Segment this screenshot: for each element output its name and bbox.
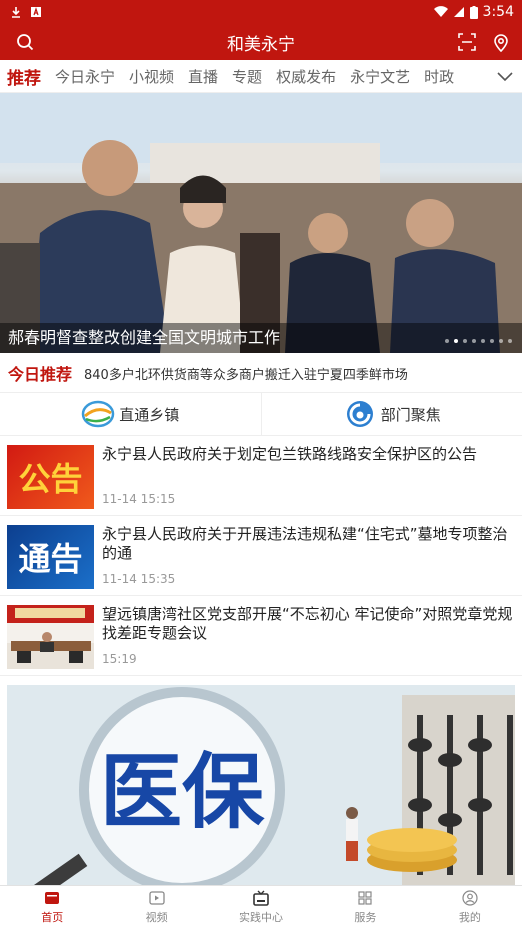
- recommend-ticker[interactable]: 今日推荐 840多户北环供货商等众多商户搬迁入驻宁夏四季鲜市场: [0, 357, 522, 389]
- thumbnail-text: 公告: [18, 460, 83, 498]
- article-thumbnail: 通告: [7, 525, 94, 589]
- tab-official[interactable]: 权威发布: [269, 66, 343, 87]
- article-title[interactable]: 永宁县人民政府关于开展违法违规私建“住宅式”墓地专项整治的通: [102, 525, 514, 563]
- nav-service[interactable]: 服务: [313, 886, 417, 928]
- hero-carousel[interactable]: 郝春明督查整改创建全国文明城市工作: [0, 93, 522, 353]
- tab-politics[interactable]: 时政: [417, 66, 461, 87]
- feature-article-image[interactable]: 医保: [7, 685, 515, 885]
- nav-practice-center[interactable]: 实践中心: [209, 886, 313, 928]
- carousel-dot[interactable]: [472, 339, 476, 343]
- nav-home[interactable]: 首页: [0, 886, 104, 928]
- ticker-tag: 今日推荐: [8, 365, 73, 384]
- category-tabs: 推荐 今日永宁 小视频 直播 专题 权威发布 永宁文艺 时政: [0, 60, 522, 93]
- list-item[interactable]: 公告 永宁县人民政府关于划定包兰铁路线路安全保护区的公告 11-14 15:15: [0, 436, 522, 516]
- tab-today[interactable]: 今日永宁: [48, 66, 122, 87]
- article-thumbnail: 公告: [7, 445, 94, 509]
- tab-arts[interactable]: 永宁文艺: [343, 66, 417, 87]
- article-title[interactable]: 永宁县人民政府关于划定包兰铁路线路安全保护区的公告: [102, 445, 514, 464]
- tab-recommend[interactable]: 推荐: [0, 64, 48, 89]
- feature-image-text: 医保: [100, 745, 265, 840]
- tab-topics[interactable]: 专题: [225, 66, 269, 87]
- status-bar: 3:54: [0, 0, 522, 24]
- download-icon: [12, 7, 20, 18]
- video-icon: [148, 891, 165, 905]
- town-link-label: 直通乡镇: [119, 405, 180, 424]
- list-item[interactable]: 望远镇唐湾社区党支部开展“不忘初心 牢记使命”对照党章党规找差距专题会议 15:…: [0, 596, 522, 676]
- meeting-photo: [7, 605, 94, 669]
- nav-service-label: 服务: [354, 911, 377, 924]
- carousel-dot[interactable]: [481, 339, 485, 343]
- grid-icon: [358, 891, 373, 905]
- town-logo-icon: [81, 400, 115, 428]
- wifi-icon: [433, 6, 448, 18]
- carousel-dot[interactable]: [454, 339, 458, 343]
- hero-photo: [0, 93, 522, 353]
- article-time: 15:19: [102, 652, 137, 666]
- hero-caption[interactable]: 郝春明督查整改创建全国文明城市工作: [8, 324, 280, 348]
- user-icon: [462, 890, 478, 906]
- carousel-indicator: [445, 339, 512, 343]
- status-time: 3:54: [482, 4, 514, 20]
- department-logo-icon: [346, 401, 373, 427]
- town-link-button[interactable]: 直通乡镇: [0, 393, 261, 435]
- article-thumbnail: [7, 605, 94, 669]
- nav-video-label: 视频: [145, 911, 168, 924]
- app-notification-icon: [31, 7, 41, 17]
- chevron-down-icon[interactable]: [496, 67, 514, 85]
- article-time: 11-14 15:15: [102, 492, 176, 506]
- app-bar: 和美永宁: [0, 24, 522, 60]
- nav-mine[interactable]: 我的: [418, 886, 522, 928]
- scan-icon[interactable]: [456, 31, 478, 53]
- nav-mine-label: 我的: [458, 911, 481, 924]
- carousel-dot[interactable]: [499, 339, 503, 343]
- tab-short-video[interactable]: 小视频: [122, 66, 181, 87]
- department-link-button[interactable]: 部门聚焦: [260, 393, 522, 435]
- tab-live[interactable]: 直播: [181, 66, 225, 87]
- ticker-text[interactable]: 840多户北环供货商等众多商户搬迁入驻宁夏四季鲜市场: [72, 364, 408, 383]
- carousel-dot[interactable]: [490, 339, 494, 343]
- tv-icon: [253, 890, 269, 906]
- home-icon: [45, 892, 60, 904]
- carousel-dot[interactable]: [445, 339, 449, 343]
- thumbnail-text: 通告: [18, 540, 83, 578]
- department-link-label: 部门聚焦: [380, 405, 441, 424]
- carousel-dot[interactable]: [463, 339, 467, 343]
- carousel-dot[interactable]: [508, 339, 512, 343]
- article-time: 11-14 15:35: [102, 572, 176, 586]
- medical-insurance-illustration: 医保: [7, 685, 515, 885]
- nav-video[interactable]: 视频: [104, 886, 208, 928]
- quick-links: 直通乡镇 部门聚焦: [0, 392, 522, 436]
- signal-icon: [453, 7, 464, 17]
- nav-practice-center-label: 实践中心: [239, 911, 284, 924]
- list-item[interactable]: 通告 永宁县人民政府关于开展违法违规私建“住宅式”墓地专项整治的通 11-14 …: [0, 516, 522, 596]
- app-title: 和美永宁: [227, 34, 295, 55]
- article-title[interactable]: 望远镇唐湾社区党支部开展“不忘初心 牢记使命”对照党章党规找差距专题会议: [102, 605, 514, 643]
- location-icon[interactable]: [490, 31, 512, 53]
- bottom-navigation: 首页 视频 实践中心 服务 我的: [0, 885, 522, 928]
- nav-home-label: 首页: [41, 911, 64, 924]
- article-list: 公告 永宁县人民政府关于划定包兰铁路线路安全保护区的公告 11-14 15:15…: [0, 436, 522, 676]
- battery-icon: [469, 5, 478, 19]
